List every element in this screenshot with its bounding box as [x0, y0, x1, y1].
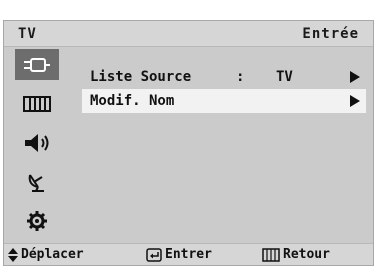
menu-item-edit-name[interactable]: Modif. Nom	[82, 89, 366, 113]
enter-icon	[146, 247, 162, 262]
osd-header: TV Entrée	[4, 21, 373, 47]
sidebar-item-input[interactable]	[15, 49, 59, 80]
footer-return: Retour	[262, 247, 330, 262]
input-icon	[22, 54, 52, 76]
up-down-icon	[8, 247, 18, 262]
footer-enter: Entrer	[146, 247, 212, 262]
menu-item-label: Liste Source	[90, 69, 192, 85]
footer-move: Déplacer	[8, 247, 84, 262]
footer-move-label: Déplacer	[21, 247, 84, 262]
menu-icon	[262, 247, 280, 262]
channel-icon	[22, 171, 52, 193]
header-left-title: TV	[18, 25, 37, 42]
sound-icon	[22, 132, 52, 154]
arrow-right-icon	[350, 71, 360, 83]
footer-enter-label: Entrer	[165, 247, 212, 262]
sidebar-item-channel[interactable]	[15, 166, 59, 197]
menu-item-separator: :	[236, 69, 245, 85]
menu-item-value: TV	[276, 69, 293, 85]
header-right-title: Entrée	[302, 25, 359, 42]
arrow-right-icon	[350, 95, 360, 107]
setup-icon	[22, 210, 52, 232]
menu-item-label: Modif. Nom	[90, 93, 175, 109]
sidebar-item-picture[interactable]	[15, 88, 59, 119]
footer-return-label: Retour	[283, 247, 330, 262]
osd-footer: Déplacer Entrer Retour	[4, 243, 373, 265]
menu-item-source-list[interactable]: Liste Source : TV	[82, 65, 366, 89]
sidebar	[7, 49, 63, 251]
picture-icon	[22, 93, 52, 115]
input-menu: Liste Source : TV Modif. Nom	[82, 65, 366, 113]
sidebar-item-sound[interactable]	[15, 127, 59, 158]
tv-osd-screen: TV Entrée Liste Source: TV Modif. Nom D…	[3, 20, 374, 266]
sidebar-item-setup[interactable]	[15, 205, 59, 236]
